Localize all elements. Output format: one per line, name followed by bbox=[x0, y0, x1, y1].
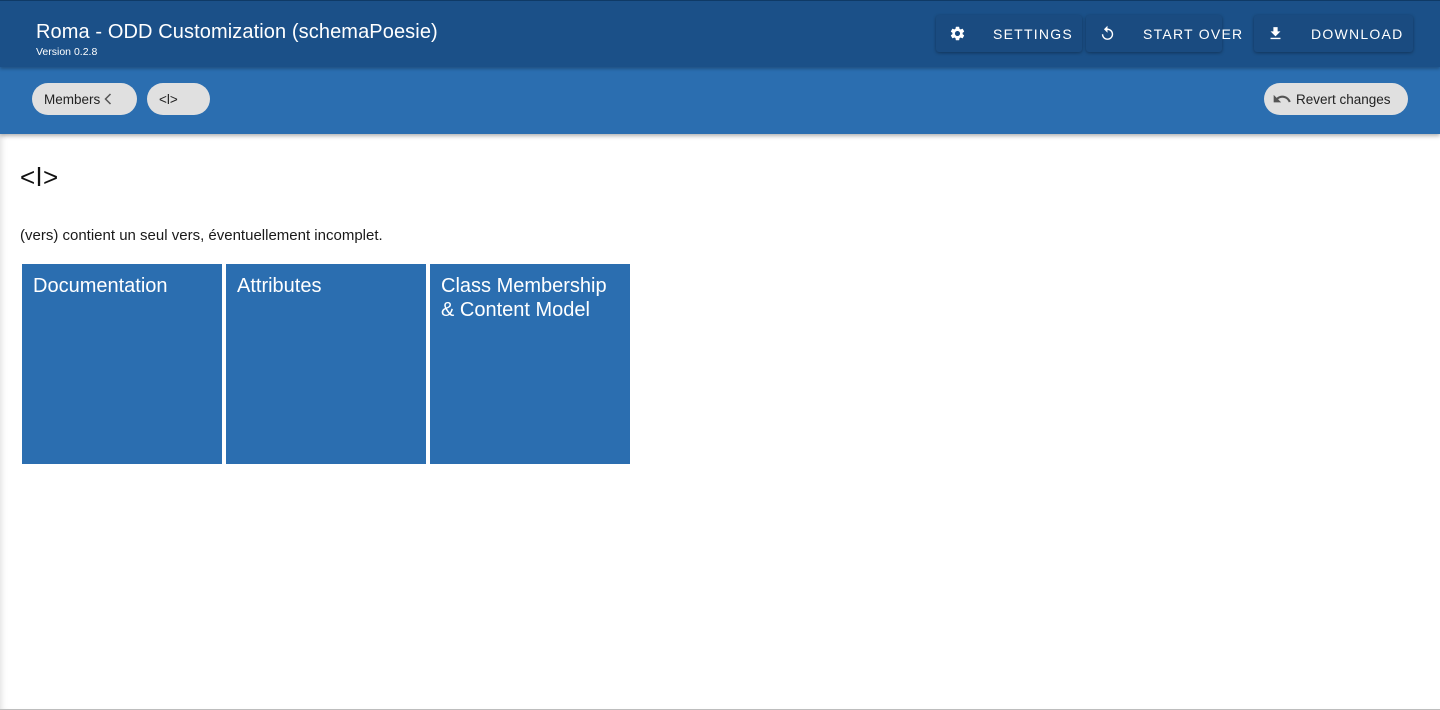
main-content: <l> (vers) contient un seul vers, éventu… bbox=[0, 134, 1440, 710]
revert-changes-button[interactable]: Revert changes bbox=[1264, 83, 1408, 115]
documentation-card[interactable]: Documentation bbox=[22, 264, 222, 464]
settings-button[interactable]: SETTINGS bbox=[936, 15, 1082, 52]
revert-changes-label: Revert changes bbox=[1296, 91, 1391, 107]
settings-label: SETTINGS bbox=[993, 26, 1074, 42]
chevron-left-icon bbox=[102, 92, 114, 106]
start-over-button[interactable]: START OVER bbox=[1086, 15, 1242, 52]
download-icon bbox=[1267, 25, 1284, 42]
attributes-card-title: Attributes bbox=[237, 275, 322, 297]
attributes-card[interactable]: Attributes bbox=[226, 264, 426, 464]
gear-icon bbox=[949, 25, 966, 42]
undo-icon bbox=[1272, 89, 1292, 109]
class-membership-card-title: Class Membership & Content Model bbox=[441, 275, 607, 321]
documentation-card-title: Documentation bbox=[33, 275, 168, 297]
refresh-icon bbox=[1099, 25, 1116, 42]
app-bar: Roma - ODD Customization (schemaPoesie) … bbox=[0, 0, 1440, 67]
breadcrumb-members-chip[interactable]: Members bbox=[32, 83, 137, 115]
breadcrumb-element-label: <l> bbox=[159, 91, 178, 107]
app-title: Roma - ODD Customization (schemaPoesie) bbox=[36, 21, 438, 43]
start-over-label: START OVER bbox=[1143, 26, 1244, 42]
breadcrumb-members-label: Members bbox=[44, 91, 101, 107]
breadcrumb-element-chip[interactable]: <l> bbox=[147, 83, 210, 115]
app-version: Version 0.2.8 bbox=[36, 46, 98, 58]
class-membership-card[interactable]: Class Membership & Content Model bbox=[430, 264, 630, 464]
breadcrumb-bar: Members <l> Revert changes bbox=[0, 67, 1440, 134]
element-description: (vers) contient un seul vers, éventuelle… bbox=[20, 227, 383, 244]
download-label: DOWNLOAD bbox=[1311, 26, 1404, 42]
element-title: <l> bbox=[20, 162, 60, 192]
download-button[interactable]: DOWNLOAD bbox=[1254, 15, 1413, 52]
